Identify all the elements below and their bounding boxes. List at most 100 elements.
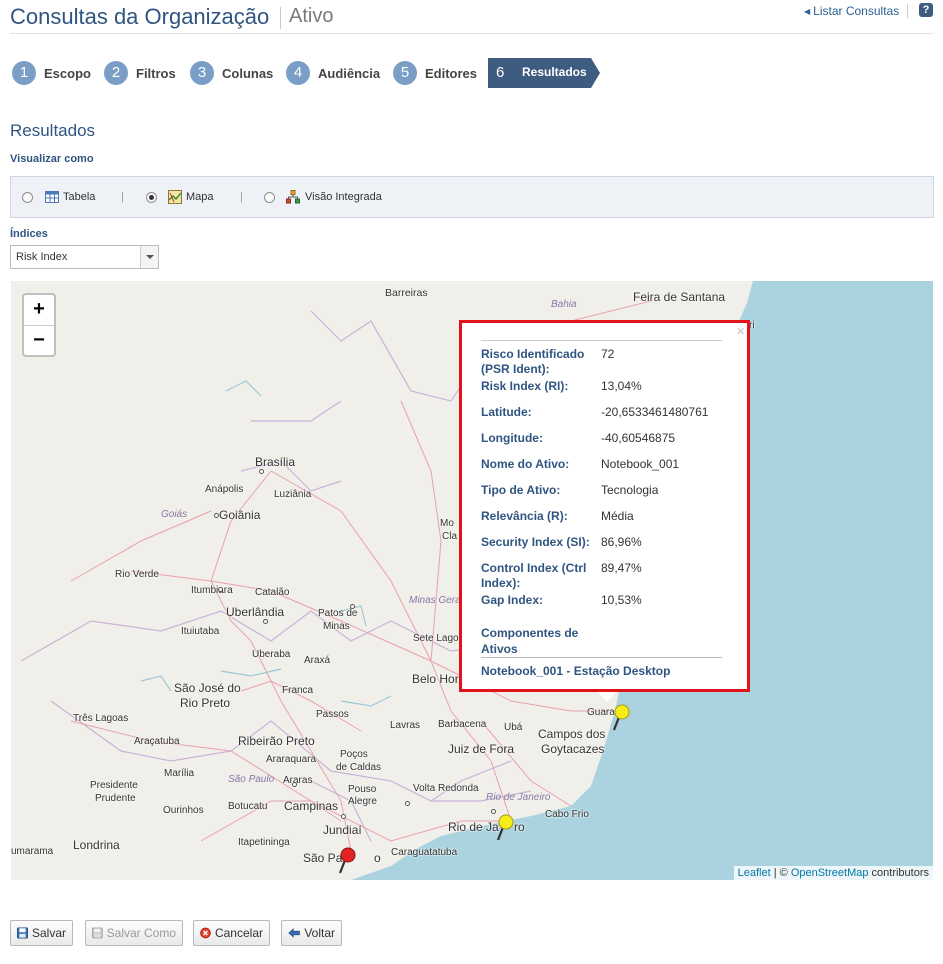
map-label: Belo Hor (412, 672, 459, 686)
map-label: Londrina (73, 838, 120, 852)
popup-field-value: 89,47% (601, 561, 642, 575)
map-label: Passos (316, 709, 349, 720)
zoom-out-button[interactable]: − (24, 326, 54, 355)
view-map-label[interactable]: Mapa (186, 191, 214, 203)
city-dot (259, 469, 264, 474)
component-item-link[interactable]: Notebook_001 - Estação Desktop (481, 664, 670, 678)
step-label: Resultados (522, 65, 587, 79)
help-icon[interactable]: ? (919, 3, 933, 17)
map-label: Três Lagoas (73, 713, 129, 724)
city-dot (214, 513, 219, 518)
close-icon[interactable]: × (736, 323, 745, 340)
map-label: Alegre (348, 796, 377, 807)
attribution-tail: contributors (868, 867, 929, 879)
map-label: Cla (442, 531, 458, 542)
list-queries-link[interactable]: ◀ Listar Consultas (804, 4, 899, 18)
marker-red-sao-paulo[interactable] (337, 847, 357, 877)
step-number: 6 (496, 64, 505, 81)
map-label: São Paulo (228, 774, 275, 785)
city-dot (263, 619, 268, 624)
view-table-radio[interactable] (22, 192, 33, 203)
index-label: Índices (10, 228, 48, 240)
popup-field-key: Risco Identificado (PSR Ident): (481, 347, 585, 376)
step-colunas[interactable]: 3 Colunas (190, 60, 273, 86)
back-button[interactable]: Voltar (281, 920, 342, 946)
step-filtros[interactable]: 2 Filtros (104, 60, 176, 86)
map-label: Catalão (255, 587, 290, 598)
map-label: Itapetininga (238, 837, 290, 848)
leaflet-link[interactable]: Leaflet (738, 867, 771, 879)
map-label: Lavras (390, 720, 421, 731)
map-label: Bahia (551, 299, 577, 310)
map-label: Ituiutaba (181, 626, 220, 637)
map-attribution: Leaflet | © OpenStreetMap contributors (733, 866, 933, 880)
view-integrated-radio[interactable] (264, 192, 275, 203)
header-underline (10, 33, 933, 34)
save-as-button[interactable]: Salvar Como (85, 920, 183, 946)
map-label: Cabo Frio (545, 809, 589, 820)
map-label: Franca (282, 685, 314, 696)
popup-field-key: Control Index (Ctrl Index): (481, 561, 587, 590)
map-view[interactable]: Barreiras Bahia Feira de Santana ri Bras… (11, 281, 933, 880)
map-label: Uberlândia (226, 605, 285, 619)
map-label: Anápolis (205, 484, 244, 495)
marker-popup: × Risco Identificado (PSR Ident): 72 Ris… (459, 320, 750, 692)
map-icon (168, 190, 182, 204)
zoom-control: + − (22, 293, 56, 357)
map-label: o (374, 851, 381, 865)
map-label: Ubá (504, 722, 523, 733)
zoom-in-button[interactable]: + (24, 295, 54, 326)
map-label: Marília (164, 768, 195, 779)
popup-field-key: Latitude: (481, 405, 532, 419)
cancel-button[interactable]: Cancelar (193, 920, 270, 946)
components-heading: Componentes de Ativos (481, 626, 579, 656)
index-select[interactable]: Risk Index (10, 245, 159, 269)
attribution-separator: | © (770, 867, 791, 879)
view-map-radio[interactable] (146, 192, 157, 203)
map-label: Rio de Janeiro (486, 792, 551, 803)
index-select-value: Risk Index (16, 251, 68, 263)
popup-field-value: 13,04% (601, 379, 642, 393)
map-label: São José do (174, 681, 241, 695)
popup-field-key: Gap Index: (481, 593, 544, 607)
view-separator: | (240, 191, 243, 203)
map-label: Pouso (348, 784, 377, 795)
map-label: Feira de Santana (633, 290, 726, 304)
view-table-label[interactable]: Tabela (63, 191, 95, 203)
step-label: Filtros (136, 65, 176, 81)
popup-field-key: Security Index (SI): (481, 535, 590, 549)
osm-link[interactable]: OpenStreetMap (791, 867, 869, 879)
back-label: Voltar (304, 926, 335, 940)
map-label: Goiás (161, 509, 188, 520)
popup-field-key: Relevância (R): (481, 509, 568, 523)
popup-field-key: Tipo de Ativo: (481, 483, 561, 497)
map-label: Patos de (318, 608, 358, 619)
marker-yellow-rio[interactable] (495, 814, 515, 844)
view-mode-bar: Tabela | Mapa | Visão Integrada (10, 176, 934, 218)
view-separator: | (121, 191, 124, 203)
view-integrated-label[interactable]: Visão Integrada (305, 191, 382, 203)
popup-field-value: Tecnologia (601, 483, 659, 497)
popup-field-key: Longitude: (481, 431, 543, 445)
marker-yellow-guarapari[interactable] (611, 704, 631, 734)
save-label: Salvar (31, 926, 66, 940)
chevron-down-icon[interactable] (140, 246, 158, 268)
step-audiencia[interactable]: 4 Audiência (286, 60, 380, 86)
arrow-left-icon (288, 928, 300, 938)
map-label: Minas (323, 621, 350, 632)
map-label: Rio de Ja (448, 820, 499, 834)
step-escopo[interactable]: 1 Escopo (12, 60, 91, 86)
city-dot (218, 587, 223, 592)
save-as-label: Salvar Como (106, 926, 176, 940)
cancel-label: Cancelar (214, 926, 263, 940)
step-editores[interactable]: 5 Editores (393, 60, 477, 86)
step-resultados-active[interactable]: 6 Resultados (488, 58, 600, 88)
map-label: umarama (11, 846, 54, 857)
popup-tip (597, 691, 617, 702)
step-number: 1 (12, 61, 36, 85)
map-label: Mo (440, 518, 454, 529)
popup-field-key: Risk Index (RI): (481, 379, 569, 393)
map-label: Campos dos (538, 727, 606, 741)
save-button[interactable]: Salvar (10, 920, 73, 946)
map-label: Poços (340, 749, 368, 760)
